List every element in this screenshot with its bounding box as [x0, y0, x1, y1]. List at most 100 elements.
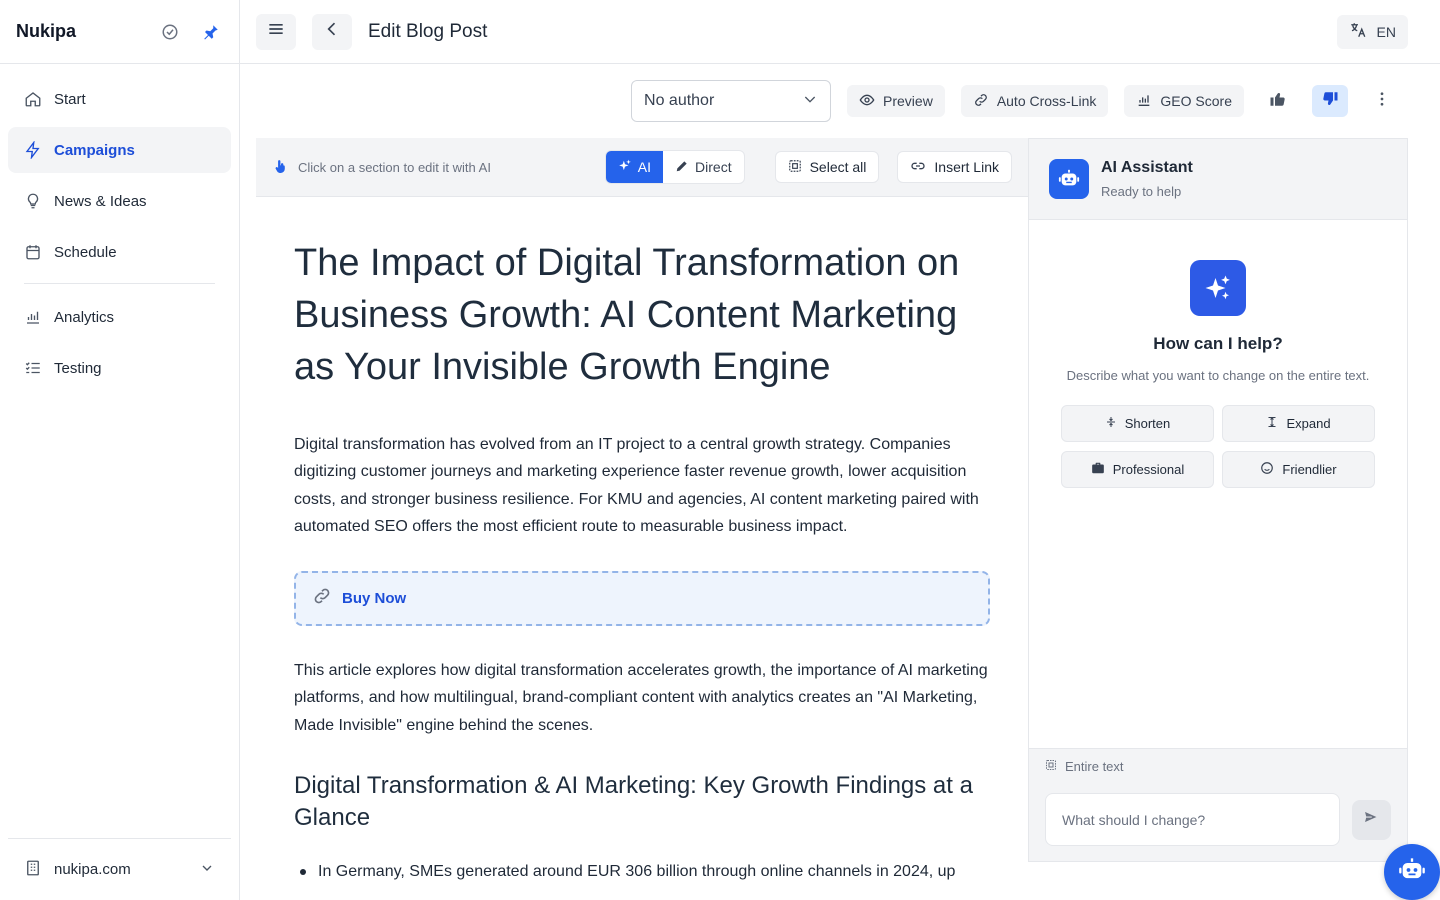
- link-icon: [910, 158, 926, 177]
- sidebar-item-label: Schedule: [54, 243, 117, 261]
- pointer-hand-icon: [274, 158, 288, 177]
- insert-link-button[interactable]: Insert Link: [897, 151, 1012, 183]
- shorten-button[interactable]: Shorten: [1061, 405, 1214, 442]
- thumbs-down-button[interactable]: [1312, 85, 1348, 117]
- editor-content: The Impact of Digital Transformation on …: [256, 197, 1028, 885]
- post-list-item[interactable]: In Germany, SMEs generated around EUR 30…: [294, 858, 990, 885]
- expand-icon: [1266, 415, 1278, 432]
- professional-label: Professional: [1112, 462, 1185, 477]
- cta-block[interactable]: Buy Now: [294, 571, 990, 627]
- select-all-icon: [788, 159, 802, 176]
- sidebar-item-news-ideas[interactable]: News & Ideas: [8, 178, 231, 224]
- thumbs-down-icon: [1321, 90, 1339, 113]
- editor-hint: Click on a section to edit it with AI: [274, 158, 605, 177]
- calendar-icon: [24, 243, 42, 261]
- sidebar-item-label: Analytics: [54, 308, 115, 326]
- briefcase-icon: [1091, 461, 1105, 478]
- post-toolbar: No author Preview Auto Cross-Link GEO Sc…: [240, 64, 1440, 138]
- checklist-icon: [24, 359, 42, 377]
- pencil-icon: [675, 159, 689, 176]
- link-icon: [973, 92, 989, 111]
- sidebar-item-schedule[interactable]: Schedule: [8, 229, 231, 275]
- robot-icon: [1049, 159, 1089, 199]
- select-all-button[interactable]: Select all: [774, 151, 880, 183]
- ai-question: How can I help?: [1153, 334, 1283, 353]
- send-button[interactable]: [1351, 799, 1391, 840]
- friendlier-button[interactable]: Friendlier: [1222, 451, 1375, 488]
- ai-composer: Entire text: [1029, 748, 1407, 861]
- mode-direct-button[interactable]: Direct: [663, 151, 744, 183]
- post-intro-paragraph[interactable]: Digital transformation has evolved from …: [294, 431, 990, 540]
- professional-button[interactable]: Professional: [1061, 451, 1214, 488]
- ai-input-row: [1045, 793, 1391, 846]
- send-icon: [1362, 808, 1380, 831]
- building-icon: [24, 859, 42, 881]
- sidebar-item-start[interactable]: Start: [8, 76, 231, 122]
- translate-icon: [1349, 21, 1367, 42]
- ai-prompt-input[interactable]: [1045, 793, 1340, 846]
- workspace-name: nukipa.com: [54, 861, 131, 878]
- editor-hint-text: Click on a section to edit it with AI: [298, 159, 491, 175]
- thumbs-up-button[interactable]: [1260, 85, 1296, 117]
- edit-mode-toggle: AI Direct: [604, 150, 745, 184]
- more-options-button[interactable]: [1364, 85, 1400, 117]
- hamburger-icon: [266, 19, 286, 44]
- check-circle-icon[interactable]: [158, 20, 182, 44]
- geo-score-button[interactable]: GEO Score: [1124, 85, 1244, 117]
- workspace-switcher[interactable]: nukipa.com: [8, 838, 231, 900]
- bar-chart-icon: [24, 308, 42, 326]
- sidebar-item-label: Testing: [54, 359, 102, 377]
- select-all-label: Select all: [809, 159, 867, 175]
- sidebar-item-label: Start: [54, 90, 86, 108]
- chevron-down-icon: [199, 860, 215, 880]
- shorten-icon: [1105, 415, 1117, 432]
- sidebar-item-analytics[interactable]: Analytics: [8, 294, 231, 340]
- sidebar-item-testing[interactable]: Testing: [8, 345, 231, 391]
- pin-icon[interactable]: [199, 20, 223, 44]
- language-label: EN: [1376, 23, 1396, 40]
- ai-quick-actions: Shorten Expand Professional Friendlier: [1061, 405, 1375, 488]
- select-all-icon: [1045, 759, 1057, 774]
- eye-icon: [859, 92, 875, 111]
- scope-indicator: Entire text: [1045, 759, 1391, 774]
- preview-button[interactable]: Preview: [847, 85, 945, 117]
- sidebar-divider: [24, 283, 215, 284]
- cta-label: Buy Now: [342, 590, 407, 608]
- sidebar-nav: Start Campaigns News & Ideas Schedule An…: [0, 64, 239, 391]
- author-select[interactable]: No author: [631, 80, 832, 122]
- ai-name: AI Assistant: [1101, 159, 1193, 176]
- post-heading[interactable]: Digital Transformation & AI Marketing: K…: [294, 770, 990, 834]
- shorten-label: Shorten: [1124, 416, 1171, 431]
- chevron-left-icon: [322, 19, 342, 44]
- auto-cross-link-button[interactable]: Auto Cross-Link: [960, 85, 1109, 117]
- friendlier-label: Friendlier: [1282, 462, 1337, 477]
- ai-panel-body: How can I help? Describe what you want t…: [1029, 220, 1407, 488]
- cross-link-label: Auto Cross-Link: [996, 93, 1097, 109]
- author-select-value: No author: [644, 92, 715, 109]
- scope-label: Entire text: [1065, 759, 1124, 774]
- sidebar-item-label: News & Ideas: [54, 192, 147, 210]
- geo-score-label: GEO Score: [1160, 93, 1232, 109]
- editor-toolbar: Click on a section to edit it with AI AI…: [256, 138, 1028, 197]
- expand-button[interactable]: Expand: [1222, 405, 1375, 442]
- menu-button[interactable]: [256, 13, 296, 50]
- mode-ai-button[interactable]: AI: [605, 151, 664, 183]
- bar-chart-icon: [1136, 92, 1152, 111]
- ai-status: Ready to help: [1101, 184, 1182, 199]
- sidebar-header: Nukipa: [0, 0, 239, 64]
- lightning-icon: [24, 141, 42, 159]
- more-vertical-icon: [1373, 90, 1391, 113]
- assistant-fab[interactable]: [1384, 844, 1440, 900]
- sparkles-icon: [1190, 260, 1246, 316]
- post-paragraph[interactable]: This article explores how digital transf…: [294, 657, 990, 739]
- post-title[interactable]: The Impact of Digital Transformation on …: [294, 237, 990, 393]
- ai-assistant-panel: AI Assistant Ready to help How can I hel…: [1028, 138, 1408, 862]
- preview-label: Preview: [883, 93, 933, 109]
- brand-name: Nukipa: [16, 21, 77, 41]
- back-button[interactable]: [312, 13, 352, 50]
- sidebar-item-campaigns[interactable]: Campaigns: [8, 127, 231, 173]
- robot-icon: [1398, 856, 1426, 889]
- expand-label: Expand: [1286, 416, 1331, 431]
- home-icon: [24, 90, 42, 108]
- language-button[interactable]: EN: [1336, 14, 1408, 49]
